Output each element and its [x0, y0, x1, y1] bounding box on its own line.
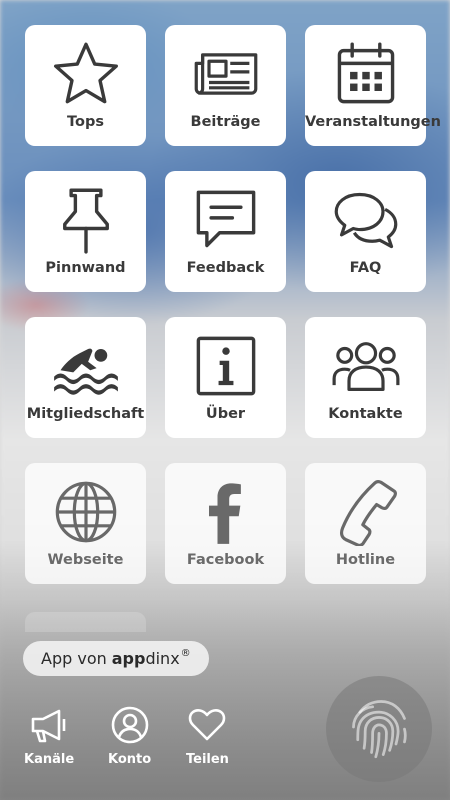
- credit-prefix: App von: [41, 649, 107, 668]
- nav-kanaele[interactable]: Kanäle: [24, 705, 74, 767]
- app-credit-badge[interactable]: App von app dinx ®: [23, 641, 209, 676]
- next-tile-peek: [25, 612, 146, 632]
- tile-kontakte[interactable]: Kontakte: [305, 317, 426, 438]
- tile-label: Tops: [67, 114, 104, 130]
- fingerprint-icon: [345, 693, 413, 765]
- tile-faq[interactable]: FAQ: [305, 171, 426, 292]
- chat-bubbles-icon: [331, 185, 401, 255]
- tile-label: Facebook: [186, 552, 265, 568]
- nav-konto[interactable]: Konto: [108, 705, 151, 767]
- nav-label: Konto: [108, 752, 152, 767]
- nav-label: Kanäle: [24, 752, 75, 767]
- tile-label: Veranstaltungen: [305, 114, 441, 130]
- tile-label: Hotline: [335, 552, 396, 568]
- megaphone-icon: [29, 705, 69, 749]
- tile-facebook[interactable]: Facebook: [165, 463, 286, 584]
- credit-brand-bold: app: [111, 649, 146, 668]
- tile-label: Webseite: [47, 552, 124, 568]
- phone-icon: [331, 477, 401, 547]
- pushpin-icon: [51, 185, 121, 255]
- account-icon: [110, 705, 150, 749]
- tile-label: Pinnwand: [45, 260, 126, 276]
- tile-veranstaltungen[interactable]: Veranstaltungen: [305, 25, 441, 146]
- newspaper-icon: [191, 39, 261, 109]
- tile-label: Über: [205, 406, 246, 422]
- nav-label: Teilen: [186, 752, 229, 767]
- globe-icon: [51, 477, 121, 547]
- tile-ueber[interactable]: Über: [165, 317, 286, 438]
- tile-beitraege[interactable]: Beiträge: [165, 25, 286, 146]
- people-icon: [331, 331, 401, 401]
- heart-icon: [187, 705, 227, 749]
- nav-teilen[interactable]: Teilen: [186, 705, 229, 767]
- tile-webseite[interactable]: Webseite: [25, 463, 146, 584]
- tile-pinnwand[interactable]: Pinnwand: [25, 171, 146, 292]
- tile-label: Beiträge: [190, 114, 261, 130]
- credit-brand-rest: dinx: [145, 649, 180, 668]
- star-icon: [51, 39, 121, 109]
- registered-mark: ®: [180, 648, 191, 659]
- fingerprint-button[interactable]: [326, 676, 432, 782]
- tile-tops[interactable]: Tops: [25, 25, 146, 146]
- tile-label: Kontakte: [328, 406, 403, 422]
- info-icon: [191, 331, 261, 401]
- facebook-icon: [191, 477, 261, 547]
- menu-grid: Tops Beiträge Veranstaltungen Pinnwand F…: [25, 25, 441, 584]
- tile-label: Feedback: [186, 260, 265, 276]
- tile-hotline[interactable]: Hotline: [305, 463, 426, 584]
- speech-bubble-icon: [191, 185, 261, 255]
- tile-mitgliedschaft[interactable]: Mitgliedschaft: [25, 317, 146, 438]
- tile-label: FAQ: [349, 260, 382, 276]
- tile-feedback[interactable]: Feedback: [165, 171, 286, 292]
- tile-label: Mitgliedschaft: [26, 406, 145, 422]
- calendar-icon: [331, 39, 401, 109]
- swimmer-icon: [51, 331, 121, 401]
